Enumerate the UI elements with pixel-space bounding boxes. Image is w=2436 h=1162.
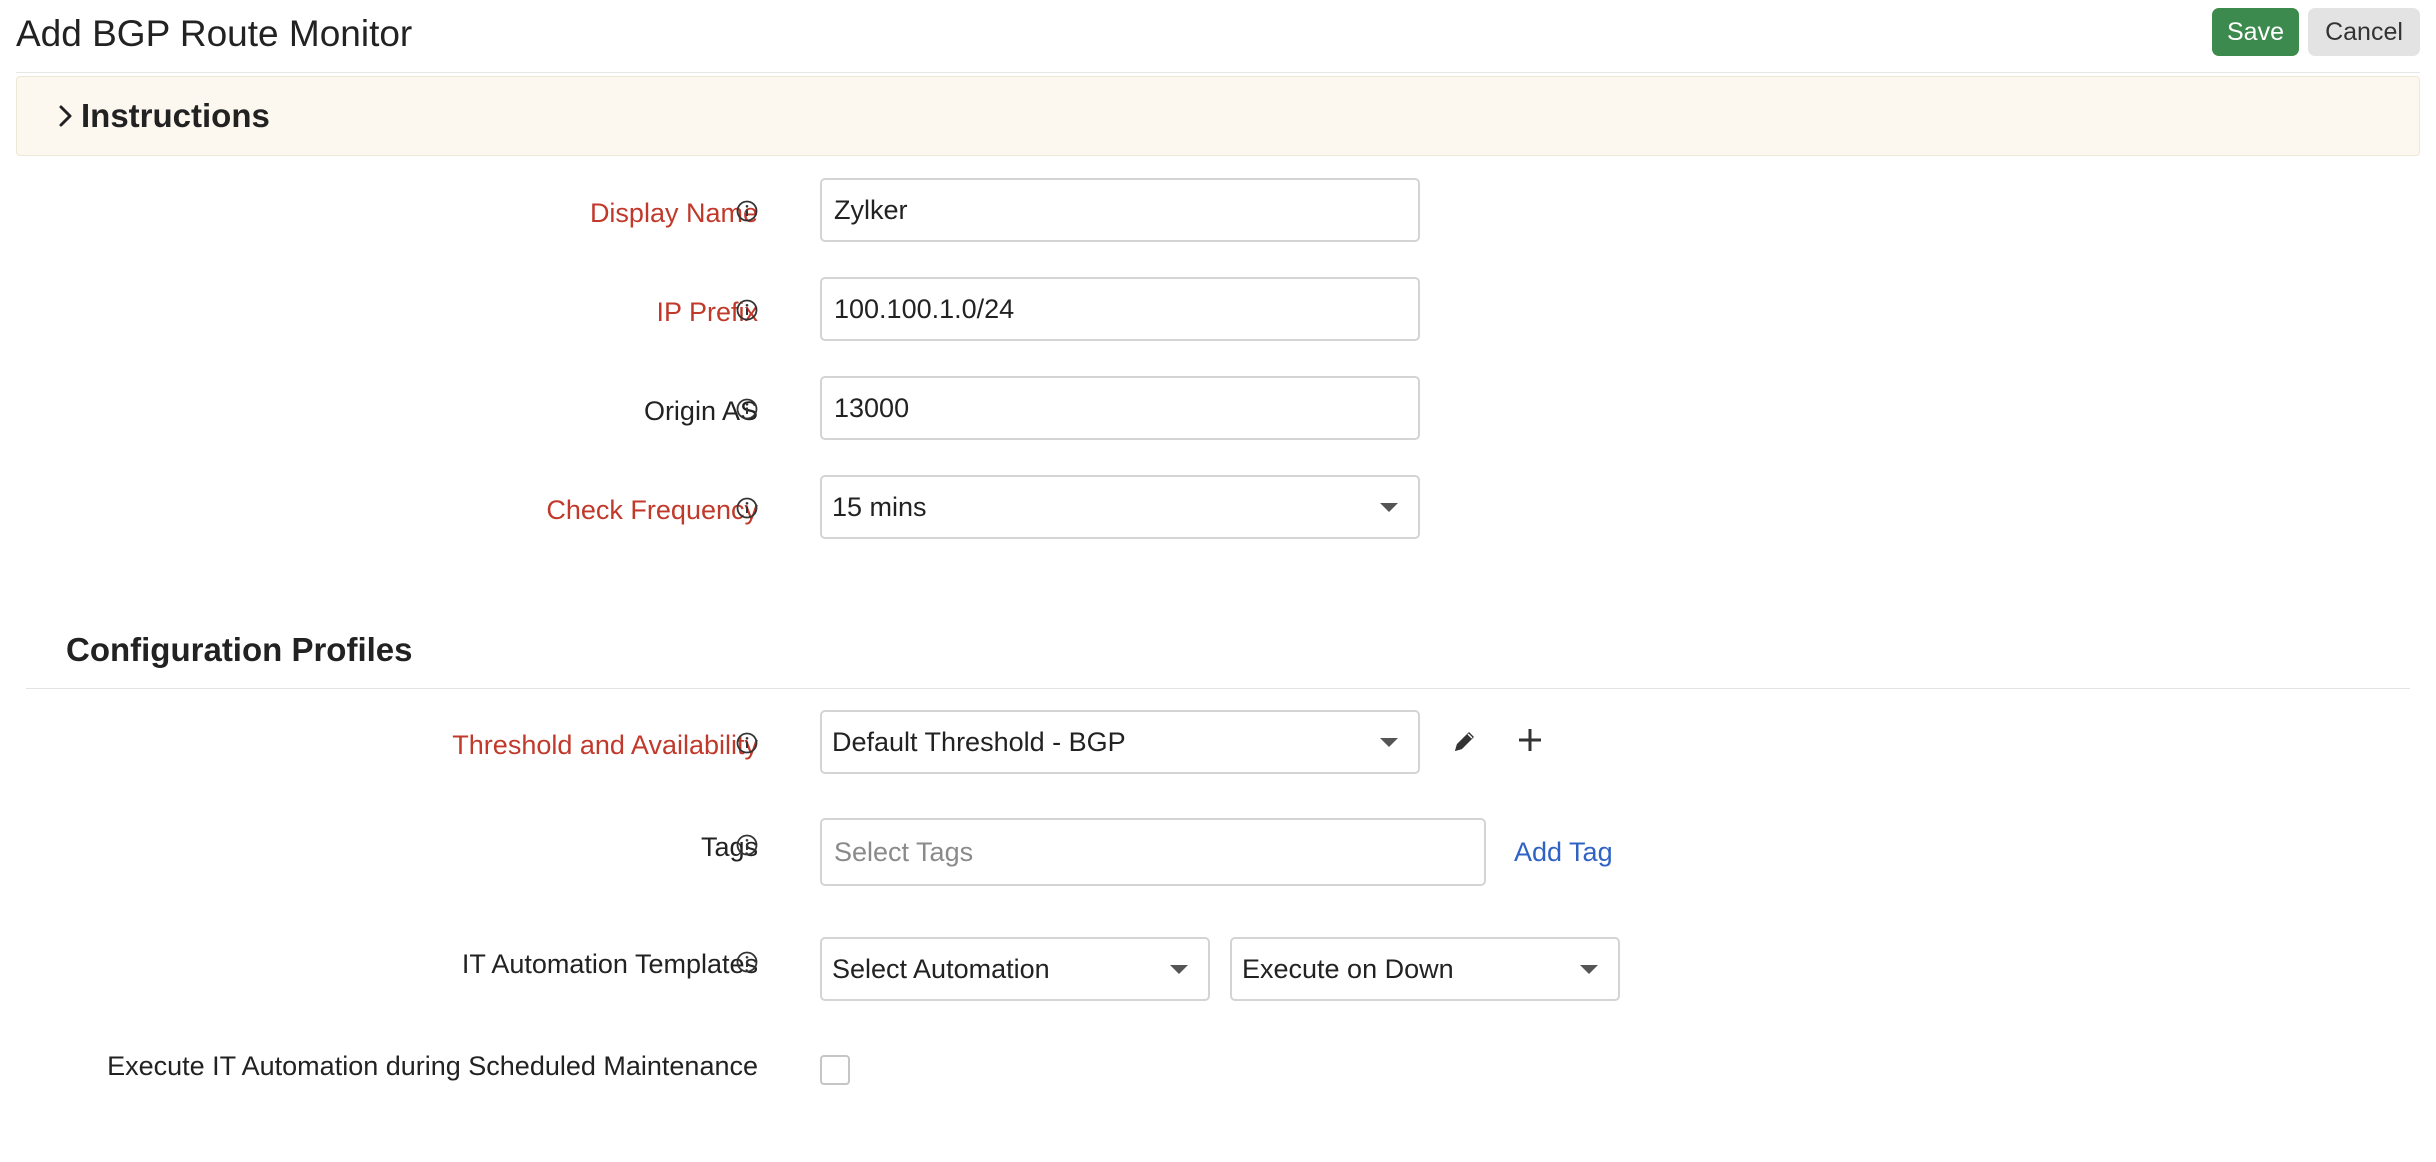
threshold-select[interactable]: Default Threshold - BGP [820, 710, 1420, 774]
dropdown-arrow-icon [1580, 965, 1598, 974]
dropdown-arrow-icon [1170, 965, 1188, 974]
automation-template-select[interactable]: Select Automation [820, 937, 1210, 1001]
automation-template-value: Select Automation [832, 954, 1050, 984]
dropdown-arrow-icon [1380, 738, 1398, 747]
tags-input[interactable]: Select Tags [820, 818, 1486, 886]
display-name-input[interactable]: Zylker [820, 178, 1420, 242]
threshold-value: Default Threshold - BGP [832, 727, 1126, 757]
section-title: Configuration Profiles [66, 631, 413, 668]
info-icon[interactable] [736, 497, 758, 519]
tags-placeholder: Select Tags [834, 837, 974, 867]
info-icon[interactable] [736, 834, 758, 856]
section-divider [26, 688, 2410, 689]
info-icon[interactable] [736, 951, 758, 973]
ip-prefix-input[interactable]: 100.100.1.0/24 [820, 277, 1420, 341]
dropdown-arrow-icon [1380, 503, 1398, 512]
info-icon[interactable] [736, 299, 758, 321]
info-icon[interactable] [736, 200, 758, 222]
info-icon[interactable] [736, 398, 758, 420]
instructions-panel[interactable]: Instructions [16, 76, 2420, 156]
pencil-icon[interactable] [1443, 722, 1483, 762]
header-divider [16, 72, 2420, 73]
check-frequency-label: Check Frequency [546, 495, 758, 525]
maintenance-checkbox[interactable] [820, 1055, 850, 1085]
check-frequency-value: 15 mins [832, 492, 927, 522]
add-tag-link[interactable]: Add Tag [1514, 835, 1613, 869]
automation-execute-select[interactable]: Execute on Down [1230, 937, 1620, 1001]
save-button[interactable]: Save [2212, 8, 2299, 56]
automation-execute-value: Execute on Down [1242, 954, 1454, 984]
page: Add BGP Route Monitor Save Cancel Instru… [0, 0, 2436, 1162]
cancel-button[interactable]: Cancel [2308, 8, 2420, 56]
chevron-right-icon [59, 105, 72, 127]
threshold-label: Threshold and Availability [452, 730, 758, 760]
instructions-label: Instructions [81, 97, 270, 134]
check-frequency-select[interactable]: 15 mins [820, 475, 1420, 539]
plus-icon[interactable] [1510, 720, 1550, 760]
automation-label: IT Automation Templates [461, 949, 758, 979]
page-title: Add BGP Route Monitor [16, 13, 413, 54]
info-icon[interactable] [736, 732, 758, 754]
origin-as-input[interactable]: 13000 [820, 376, 1420, 440]
display-name-label: Display Name [589, 198, 758, 228]
maintenance-label: Execute IT Automation during Scheduled M… [107, 1051, 758, 1081]
